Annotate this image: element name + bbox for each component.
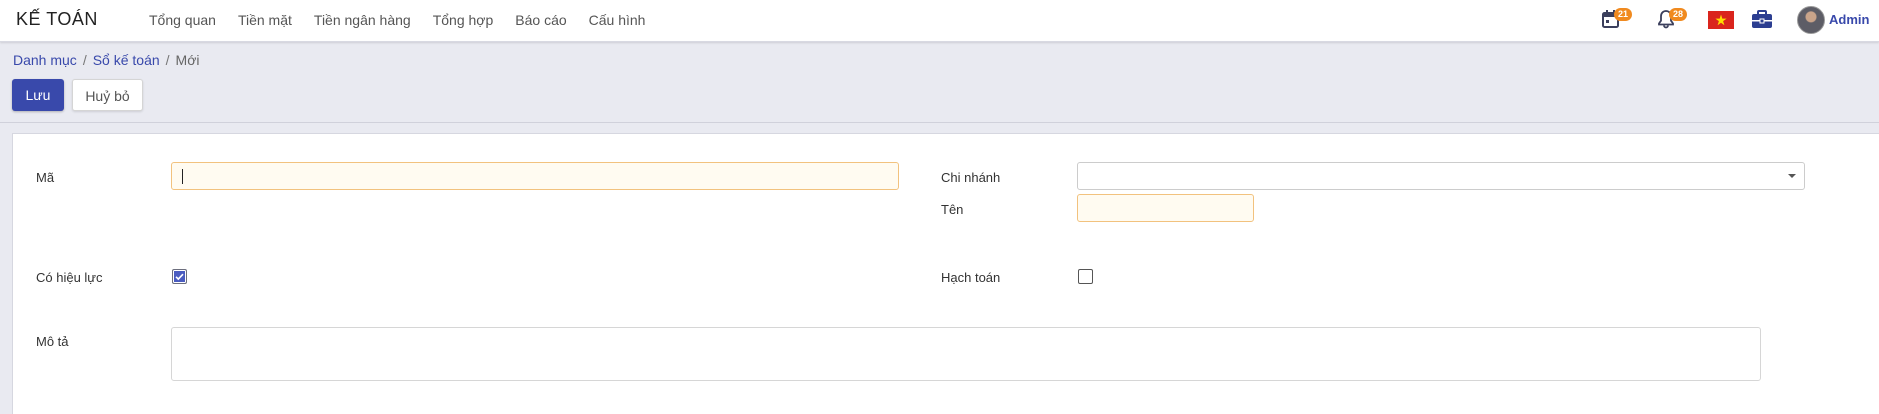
check-icon bbox=[175, 273, 184, 281]
accounting-label: Hạch toán bbox=[941, 270, 1001, 285]
breadcrumb: Danh mục / Sổ kế toán / Mới bbox=[13, 52, 199, 68]
notification-button[interactable]: 28 bbox=[1656, 8, 1688, 34]
active-label: Có hiệu lực bbox=[36, 270, 103, 285]
notification-badge: 28 bbox=[1669, 8, 1688, 21]
breadcrumb-current: Mới bbox=[175, 52, 200, 68]
name-label: Tên bbox=[941, 202, 964, 217]
breadcrumb-catalog[interactable]: Danh mục bbox=[13, 52, 77, 68]
branch-label: Chi nhánh bbox=[941, 170, 1001, 185]
code-label: Mã bbox=[36, 170, 55, 185]
description-label: Mô tả bbox=[36, 334, 69, 349]
vietnam-flag-icon[interactable] bbox=[1708, 11, 1734, 29]
name-input[interactable] bbox=[1077, 194, 1254, 222]
chevron-down-icon bbox=[1788, 174, 1796, 178]
code-input[interactable] bbox=[171, 162, 899, 190]
top-navbar: KẾ TOÁN Tổng quan Tiền mặt Tiền ngân hàn… bbox=[0, 0, 1879, 42]
app-title[interactable]: KẾ TOÁN bbox=[16, 9, 98, 30]
breadcrumb-ledger[interactable]: Sổ kế toán bbox=[93, 52, 160, 68]
user-name[interactable]: Admin bbox=[1829, 12, 1869, 27]
menu-item-cash[interactable]: Tiền mặt bbox=[227, 0, 303, 41]
menu-item-bank[interactable]: Tiền ngân hàng bbox=[303, 0, 422, 41]
breadcrumb-separator: / bbox=[82, 52, 87, 68]
calendar-badge: 21 bbox=[1614, 8, 1633, 21]
calendar-button[interactable]: 21 bbox=[1601, 8, 1633, 34]
breadcrumb-separator: / bbox=[165, 52, 170, 68]
briefcase-button[interactable] bbox=[1751, 10, 1773, 34]
form-card: Mã Chi nhánh Tên Có hiệu lực Hạch toán M… bbox=[12, 133, 1879, 414]
menu-item-overview[interactable]: Tổng quan bbox=[138, 0, 227, 41]
branch-select[interactable] bbox=[1077, 162, 1805, 190]
cancel-button[interactable]: Huỷ bỏ bbox=[72, 79, 143, 111]
toolbar-divider bbox=[0, 122, 1879, 123]
description-textarea[interactable] bbox=[171, 327, 1761, 381]
avatar[interactable] bbox=[1797, 6, 1825, 34]
briefcase-icon bbox=[1752, 10, 1772, 28]
active-checkbox[interactable] bbox=[172, 269, 187, 284]
menu-item-reports[interactable]: Báo cáo bbox=[504, 0, 577, 41]
text-cursor bbox=[182, 169, 183, 184]
menu-item-settings[interactable]: Cấu hình bbox=[578, 0, 657, 41]
main-menu: Tổng quan Tiền mặt Tiền ngân hàng Tổng h… bbox=[138, 0, 656, 41]
menu-item-general[interactable]: Tổng hợp bbox=[422, 0, 505, 41]
accounting-checkbox[interactable] bbox=[1078, 269, 1093, 284]
save-button[interactable]: Lưu bbox=[12, 79, 64, 111]
